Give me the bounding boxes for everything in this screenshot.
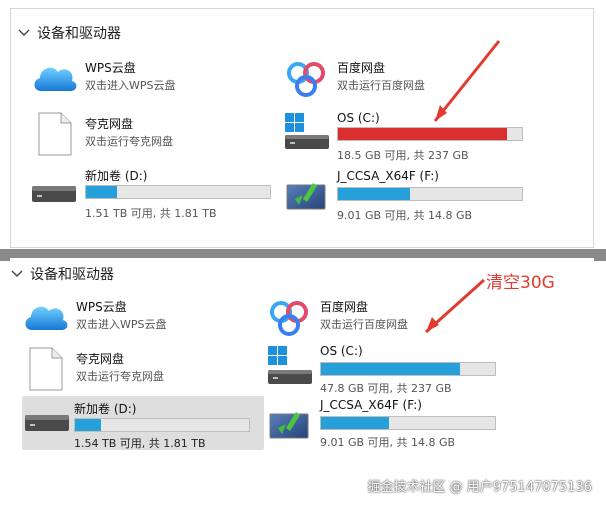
free-space-label: 47.8 GB 可用, 共 237 GB [320,382,452,395]
usage-fill [321,363,461,375]
item-desc: 双击运行夸克网盘 [85,135,173,148]
item-name: OS (C:) [337,111,380,125]
quark-netdisk-item[interactable]: 夸克网盘 双击运行夸克网盘 [29,109,269,161]
usage-fill [338,128,508,140]
usage-bar [74,418,250,432]
baidu-netdisk-item[interactable]: 百度网盘 双击运行百度网盘 [281,53,531,105]
baidu-netdisk-icon [270,301,308,336]
usage-bar [320,362,496,376]
usage-bar [337,187,523,201]
usb-install-icon [269,412,309,439]
top-devices-panel: 设备和驱动器 WPS云盘 双击进入WPS云盘 夸克网盘 双击运行夸克网盘 新加卷… [10,8,594,248]
drive-d-item[interactable]: 新加卷 (D:) 1.51 TB 可用, 共 1.81 TB [29,167,279,220]
cloud-icon [34,67,77,91]
item-name: 百度网盘 [337,61,386,75]
quark-netdisk-item[interactable]: 夸克网盘 双击运行夸克网盘 [20,344,260,396]
section-title: 设备和驱动器 [37,26,121,42]
usage-fill [75,419,102,431]
usage-fill [321,417,389,429]
free-space-label: 1.51 TB 可用, 共 1.81 TB [85,207,217,220]
usage-bar [85,185,271,199]
wps-cloud-item[interactable]: WPS云盘 双击进入WPS云盘 [20,292,260,344]
cloud-icon [25,306,68,330]
annotation-text: 清空30G [486,273,555,293]
windows-drive-icon [268,346,312,384]
usage-bar [337,127,523,141]
wps-cloud-item[interactable]: WPS云盘 双击进入WPS云盘 [29,53,269,105]
drive-c-item[interactable]: OS (C:) 18.5 GB 可用, 共 237 GB [281,109,541,162]
item-desc: 双击进入WPS云盘 [85,79,176,92]
item-name: 夸克网盘 [76,352,125,366]
drive-f-item[interactable]: J_CCSA_X64F (F:) 9.01 GB 可用, 共 14.8 GB [281,169,541,222]
usage-bar [320,416,496,430]
item-name: 新加卷 (D:) [74,402,137,416]
section-title: 设备和驱动器 [30,267,114,283]
drive-icon [32,186,76,202]
item-name: 夸克网盘 [85,117,134,131]
item-name: WPS云盘 [85,61,136,75]
baidu-netdisk-item[interactable]: 百度网盘 双击运行百度网盘 [264,292,514,344]
chevron-down-icon [18,29,30,36]
item-name: 百度网盘 [320,300,369,314]
document-icon [29,347,63,391]
windows-drive-icon [285,113,329,149]
free-space-label: 1.54 TB 可用, 共 1.81 TB [74,437,206,450]
drive-f-item[interactable]: J_CCSA_X64F (F:) 9.01 GB 可用, 共 14.8 GB [264,398,524,450]
usage-fill [338,188,410,200]
document-icon [38,112,72,156]
free-space-label: 18.5 GB 可用, 共 237 GB [337,149,469,162]
watermark: 掘金技术社区 @ 用户975147075136 [367,480,592,495]
free-space-label: 9.01 GB 可用, 共 14.8 GB [337,209,473,222]
drive-icon [25,415,69,431]
bottom-devices-panel: 设备和驱动器 WPS云盘 双击进入WPS云盘 夸克网盘 双击运行夸克网盘 新加卷… [10,258,594,498]
item-name: J_CCSA_X64F (F:) [337,169,439,183]
usage-fill [86,186,118,198]
item-name: OS (C:) [320,344,363,358]
item-desc: 双击运行百度网盘 [337,79,425,92]
usb-install-icon [286,183,326,210]
item-desc: 双击进入WPS云盘 [76,318,167,331]
item-name: J_CCSA_X64F (F:) [320,398,422,412]
chevron-down-icon [11,270,23,277]
item-name: 新加卷 (D:) [85,169,148,183]
item-name: WPS云盘 [76,300,127,314]
item-desc: 双击运行夸克网盘 [76,370,164,383]
drive-c-item[interactable]: OS (C:) 47.8 GB 可用, 共 237 GB [264,344,524,396]
drive-d-item[interactable]: 新加卷 (D:) 1.54 TB 可用, 共 1.81 TB [22,396,264,450]
baidu-netdisk-icon [287,62,325,97]
item-desc: 双击运行百度网盘 [320,318,408,331]
free-space-label: 9.01 GB 可用, 共 14.8 GB [320,436,456,449]
top-section-header[interactable]: 设备和驱动器 [17,23,121,43]
bottom-section-header[interactable]: 设备和驱动器 [10,264,114,284]
